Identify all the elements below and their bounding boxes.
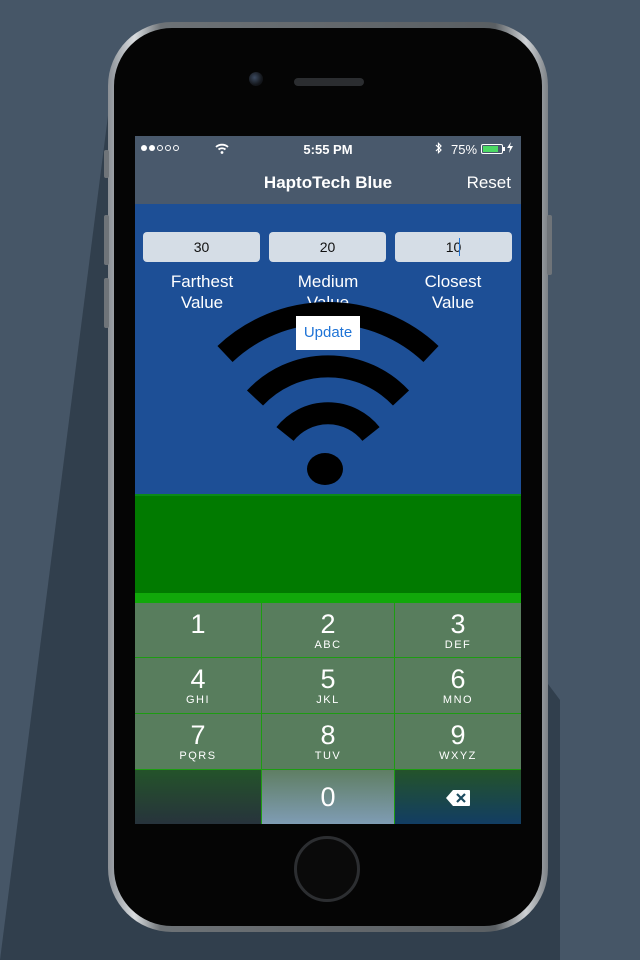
key-0[interactable]: 0	[262, 770, 394, 824]
backspace-icon	[446, 790, 470, 806]
key-2[interactable]: 2 ABC	[262, 603, 394, 657]
closest-caption-line1: Closest	[424, 272, 482, 291]
reset-button[interactable]: Reset	[467, 173, 511, 193]
earpiece-speaker	[294, 78, 364, 86]
threshold-inputs: 30 20 10	[143, 232, 513, 262]
text-cursor	[459, 238, 460, 256]
delete-key[interactable]	[395, 770, 521, 824]
key-4[interactable]: 4 GHI	[135, 658, 261, 713]
key-6[interactable]: 6 MNO	[395, 658, 521, 713]
key-5[interactable]: 5 JKL	[262, 658, 394, 713]
medium-caption-line1: Medium	[297, 272, 359, 291]
front-camera	[249, 72, 263, 86]
power-button	[547, 215, 552, 275]
page-title: HaptoTech Blue	[263, 173, 393, 192]
key-3[interactable]: 3 DEF	[395, 603, 521, 657]
home-button[interactable]	[294, 836, 360, 902]
medium-value-input[interactable]: 20	[269, 232, 386, 262]
key-blank	[135, 770, 261, 824]
key-8[interactable]: 8 TUV	[262, 714, 394, 769]
closest-value-input[interactable]: 10	[395, 232, 512, 262]
key-9[interactable]: 9 WXYZ	[395, 714, 521, 769]
key-7[interactable]: 7 PQRS	[135, 714, 261, 769]
status-color-band	[135, 494, 521, 600]
app-screen: 5:55 PM 75% HaptoTech Blue Reset 30 20 1…	[135, 136, 521, 824]
numeric-keypad: 1 2 ABC 3 DEF 4 GHI 5 JKL 6 MNO 7 PQRS 8 TUV 9W…	[135, 593, 521, 824]
volume-up-button	[104, 215, 109, 265]
farthest-value-input[interactable]: 30	[143, 232, 260, 262]
battery-percentage: 75%	[451, 142, 478, 157]
farthest-caption-line1: Farthest	[170, 272, 234, 291]
battery-icon	[481, 144, 505, 154]
status-bar: 5:55 PM 75%	[135, 142, 521, 158]
key-1[interactable]: 1	[135, 603, 261, 657]
charging-icon	[507, 142, 513, 156]
update-button[interactable]: Update	[296, 316, 360, 350]
bluetooth-icon	[435, 142, 443, 157]
navigation-bar: 5:55 PM 75% HaptoTech Blue Reset	[135, 136, 521, 204]
volume-down-button	[104, 278, 109, 328]
mute-switch	[104, 150, 109, 178]
